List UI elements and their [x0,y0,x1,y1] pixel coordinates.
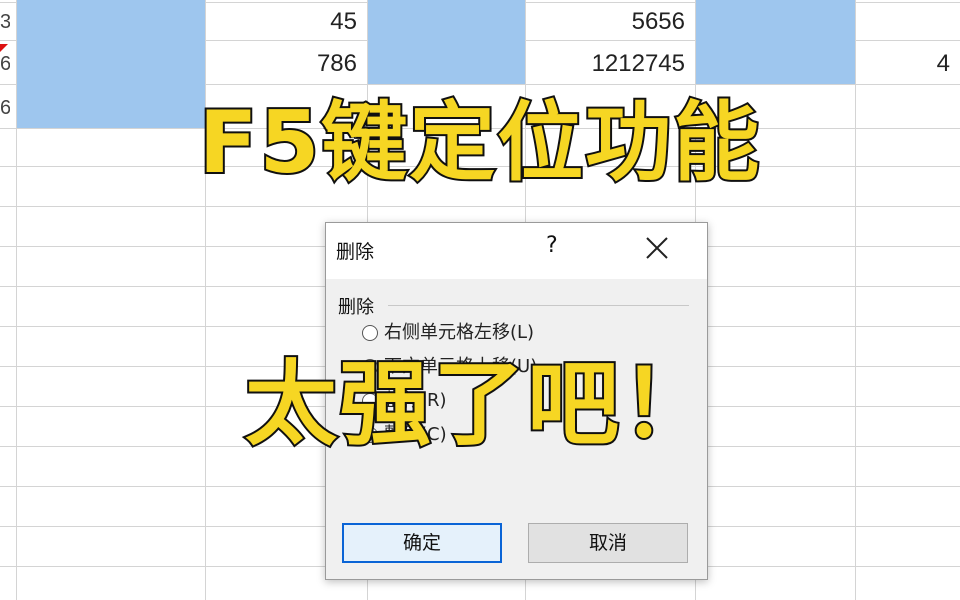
cell-value[interactable]: 45 [206,3,367,41]
group-divider [388,305,689,306]
comment-marker [0,44,8,52]
close-button[interactable] [642,233,672,263]
overlay-caption-subtitle: 太强了吧！ [243,349,715,460]
ok-button[interactable]: 确定 [342,523,502,563]
group-label: 删除 [338,297,374,318]
cancel-button[interactable]: 取消 [528,523,688,563]
cell-value[interactable]: 5656 [526,3,695,41]
dialog-title: 删除 [336,241,375,263]
help-button[interactable]: ? [546,233,558,258]
row-number: 3 [0,11,10,33]
gridline [0,206,960,207]
overlay-caption-title: F5键定位功能 [197,91,762,195]
close-icon [646,237,668,259]
